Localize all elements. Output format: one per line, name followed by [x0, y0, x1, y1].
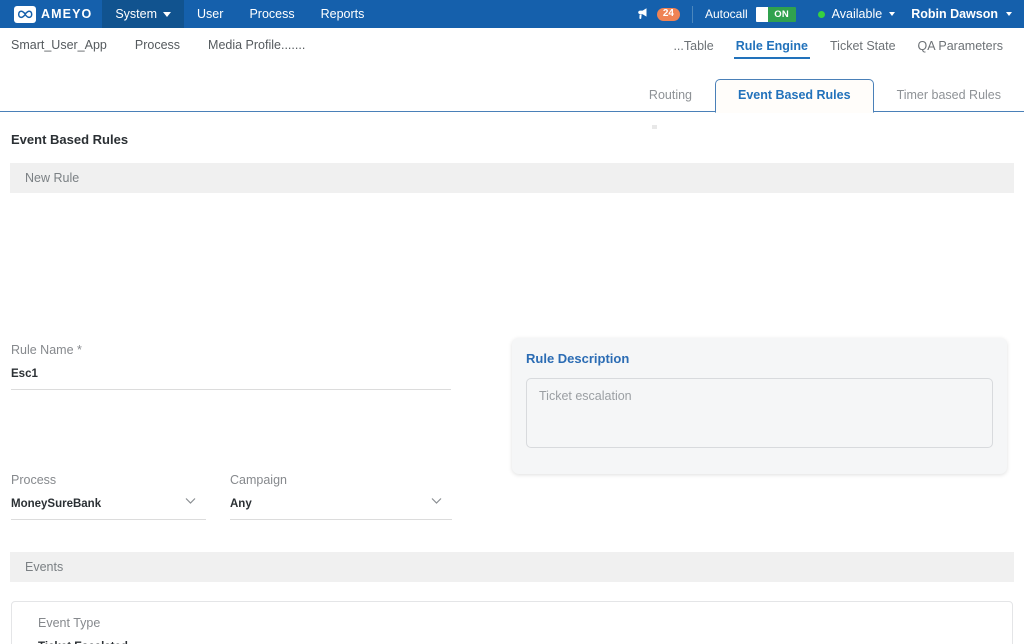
- campaign-underline: [230, 519, 452, 520]
- user-menu-chevron-down-icon[interactable]: [1006, 12, 1012, 16]
- agent-status-label: Available: [831, 7, 883, 21]
- chevron-down-icon: [431, 497, 442, 508]
- nav-item-user[interactable]: User: [184, 0, 236, 28]
- header-divider: [691, 5, 693, 23]
- autocall-toggle[interactable]: ON: [755, 6, 796, 22]
- campaign-dropdown[interactable]: Campaign Any: [230, 473, 452, 520]
- nav-item-process[interactable]: Process: [236, 0, 307, 28]
- breadcrumb: Smart_User_App Process Media Profile....…: [0, 38, 319, 52]
- rule-description-input[interactable]: [526, 378, 993, 448]
- rule-name-value: Esc1: [11, 368, 38, 380]
- process-underline: [11, 519, 206, 520]
- tab-timer-based-rules[interactable]: Timer based Rules: [874, 79, 1024, 112]
- event-type-label: Event Type: [38, 616, 101, 630]
- autocall-toggle-state: ON: [767, 6, 796, 22]
- tab-event-based-rules[interactable]: Event Based Rules: [715, 79, 874, 113]
- autocall-label: Autocall: [704, 7, 748, 21]
- rule-description-card: Rule Description: [512, 338, 1007, 474]
- tab-table[interactable]: ...Table: [662, 39, 724, 61]
- page-title: Event Based Rules: [11, 132, 129, 147]
- nav-item-system[interactable]: System: [102, 0, 185, 28]
- bell-icon[interactable]: [635, 7, 650, 21]
- events-section-header: Events: [10, 552, 1014, 582]
- rule-name-label: Rule Name *: [11, 343, 82, 357]
- notification-badge[interactable]: 24: [656, 7, 680, 21]
- main-nav: System User Process Reports: [102, 0, 377, 28]
- process-dropdown[interactable]: Process MoneySureBank: [11, 473, 206, 520]
- breadcrumb-bar: Smart_User_App Process Media Profile....…: [0, 28, 1024, 61]
- header-right-cluster: 24 Autocall ON Available Robin Dawson: [635, 0, 1024, 28]
- chevron-down-icon: [163, 11, 172, 17]
- top-header-bar: AMEYO System User Process Reports 24 Aut…: [0, 0, 1024, 28]
- user-name-label: Robin Dawson: [911, 7, 998, 21]
- nav-item-process-label: Process: [249, 7, 295, 21]
- breadcrumb-item-media-profile[interactable]: Media Profile.......: [194, 38, 319, 52]
- tab-rule-engine[interactable]: Rule Engine: [725, 39, 819, 61]
- tab-qa-parameters[interactable]: QA Parameters: [907, 39, 1014, 61]
- toggle-knob: [755, 6, 768, 22]
- tab-ticket-state[interactable]: Ticket State: [819, 39, 907, 61]
- status-dot-icon: [817, 10, 825, 18]
- nav-item-reports-label: Reports: [320, 7, 365, 21]
- process-value: MoneySureBank: [11, 498, 102, 510]
- brand-name: AMEYO: [41, 7, 93, 21]
- rule-name-underline: [11, 389, 451, 390]
- tab-routing[interactable]: Routing: [626, 79, 715, 112]
- breadcrumb-item-app[interactable]: Smart_User_App: [0, 38, 121, 52]
- infinity-logo-icon: [14, 5, 36, 23]
- process-campaign-row: Process MoneySureBank Campaign Any: [11, 473, 452, 520]
- rule-description-title: Rule Description: [526, 351, 630, 366]
- chevron-down-icon: [185, 497, 196, 508]
- main-content: Event Based Rules New Rule Rule Name * E…: [0, 112, 1024, 644]
- breadcrumb-item-process[interactable]: Process: [121, 38, 194, 52]
- process-label: Process: [11, 473, 57, 487]
- brand-logo[interactable]: AMEYO: [0, 0, 102, 28]
- section-tabs: ...Table Rule Engine Ticket State QA Par…: [662, 28, 1024, 61]
- campaign-label: Campaign: [230, 473, 287, 487]
- rule-name-field[interactable]: Rule Name * Esc1: [11, 343, 451, 390]
- event-card: Event Type Ticket Escalated: [11, 601, 1013, 644]
- nav-item-system-label: System: [115, 7, 158, 21]
- event-type-field[interactable]: Event Type Ticket Escalated: [12, 602, 1012, 644]
- new-rule-section-header: New Rule: [10, 163, 1014, 193]
- nav-item-reports[interactable]: Reports: [308, 0, 378, 28]
- status-chevron-down-icon[interactable]: [889, 12, 896, 16]
- campaign-value: Any: [230, 498, 252, 510]
- rule-engine-tabstrip: Routing Event Based Rules Timer based Ru…: [0, 61, 1024, 129]
- nav-item-user-label: User: [197, 7, 224, 21]
